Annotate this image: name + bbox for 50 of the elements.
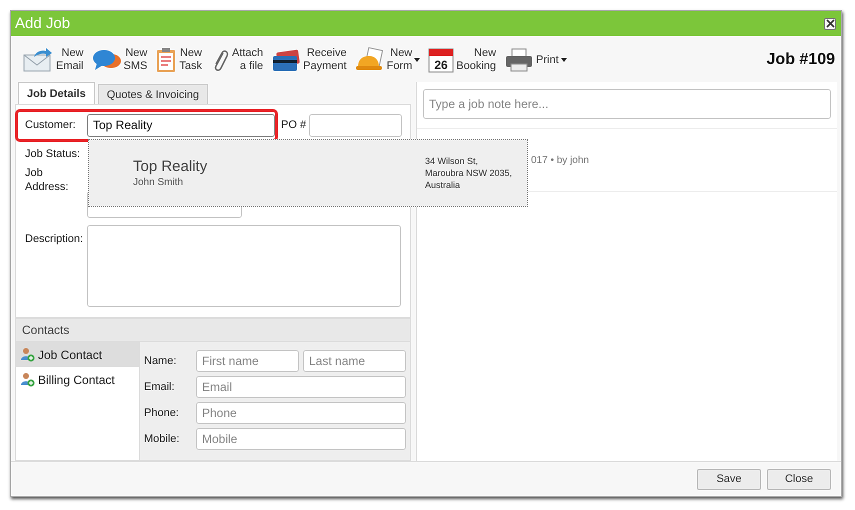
customer-name: Top Reality [133, 158, 208, 175]
description-field[interactable] [87, 225, 401, 307]
close-icon [826, 19, 834, 28]
calendar-icon: 26 [428, 47, 454, 73]
po-field[interactable] [309, 114, 402, 136]
person-add-icon [20, 372, 35, 387]
toolbar-button[interactable]: Print [503, 47, 568, 73]
toolbar-button[interactable]: Attach a file [208, 47, 264, 73]
toolbar-button[interactable]: New SMS [90, 47, 148, 73]
input-field[interactable]: Mobile [196, 428, 406, 450]
hard-hat-form-icon [354, 47, 385, 73]
field-label: PO # [281, 119, 308, 131]
autocomplete-menu[interactable]: Top Reality John Smith 34 Wilson St, Maroubra NSW 2035, Australia [88, 139, 528, 207]
printer-icon [504, 47, 534, 73]
envelope-icon [22, 47, 54, 73]
section-title: Contacts [22, 323, 70, 337]
clipboard-icon [155, 47, 178, 73]
toolbar-button[interactable]: Receive Payment [270, 47, 348, 73]
note-meta: 017 • by john [531, 154, 589, 166]
field-label: Job Address: [25, 166, 70, 194]
field-label: Job Status: [25, 148, 82, 160]
toolbar-button[interactable]: New Task [154, 47, 203, 73]
field-label: Phone: [144, 407, 180, 419]
field-label: Name: [144, 355, 178, 367]
customer-address: 34 Wilson St, Maroubra NSW 2035, Australia [425, 155, 514, 191]
note-field[interactable]: Type a job note here... [423, 89, 831, 119]
input-field[interactable]: Last name [303, 350, 406, 372]
job-number: Job #109 [766, 51, 835, 69]
window-title: Add Job [15, 15, 70, 32]
toolbar-button[interactable]: New Email [21, 47, 85, 73]
input-field[interactable]: Phone [196, 402, 406, 424]
contact-type-item[interactable]: Job Contact [16, 342, 139, 367]
chat-bubbles-icon [92, 47, 122, 73]
field-label: Customer: [25, 119, 77, 131]
field-label: Mobile: [144, 433, 180, 445]
input-field[interactable]: First name [196, 350, 299, 372]
field-label: Email: [144, 381, 176, 393]
tab[interactable]: Quotes & Invoicing [98, 84, 208, 104]
person-add-icon [20, 347, 35, 362]
dialog-button[interactable]: Save [697, 468, 761, 490]
customer-field[interactable]: Top Reality [87, 114, 275, 136]
credit-card-icon [271, 47, 302, 73]
close-button[interactable] [824, 18, 836, 30]
toolbar-button[interactable]: 26 New Booking [427, 47, 498, 73]
dialog-button[interactable]: Close [767, 468, 831, 490]
toolbar-button[interactable]: New Form [354, 47, 422, 73]
field-label: Description: [25, 233, 84, 245]
tab[interactable]: Job Details [18, 82, 95, 104]
contact-name: John Smith [133, 177, 184, 188]
input-field[interactable]: Email [196, 376, 406, 398]
